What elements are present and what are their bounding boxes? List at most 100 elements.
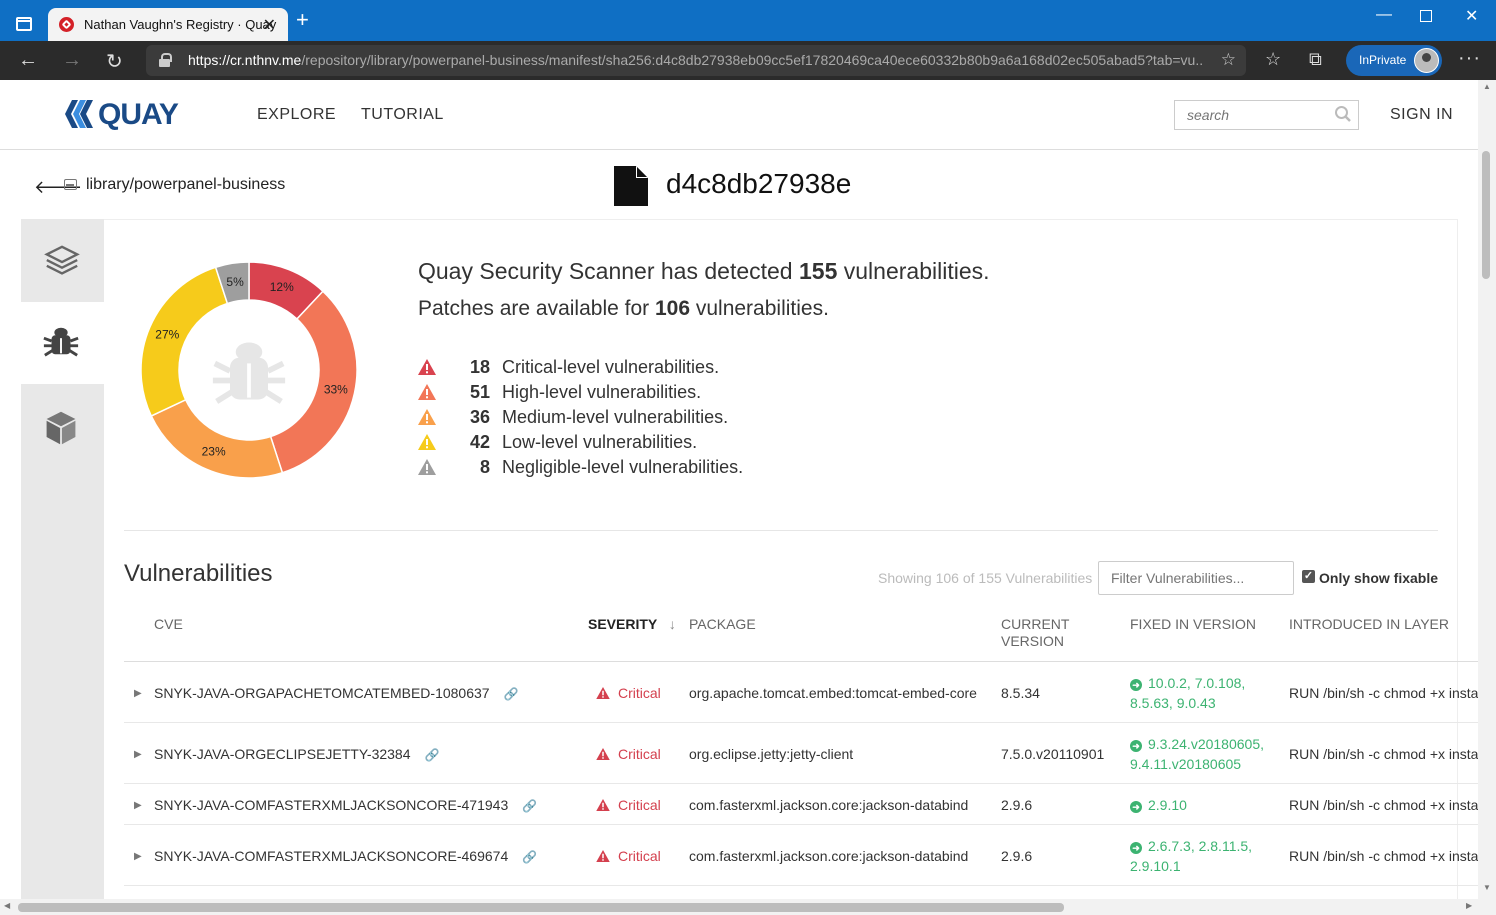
logo-text: QUAY (98, 98, 179, 131)
warning-triangle-icon (418, 359, 436, 375)
col-package[interactable]: PACKAGE (689, 616, 756, 632)
tab-security[interactable] (21, 302, 104, 384)
patches-line: Patches are available for 106 vulnerabil… (418, 297, 829, 320)
detected-line: Quay Security Scanner has detected 155 v… (418, 258, 990, 284)
search-input[interactable] (1175, 101, 1325, 129)
manifest-sidebar (21, 219, 104, 899)
scroll-up-icon[interactable]: ▲ (1483, 82, 1491, 91)
critical-triangle-icon (596, 798, 610, 811)
current-version: 8.5.34 (1001, 684, 1040, 701)
expand-caret-icon[interactable]: ▶ (134, 851, 142, 862)
tab-layers[interactable] (21, 219, 104, 301)
external-link-icon[interactable]: 🔗 (425, 748, 440, 762)
cve-id: SNYK-JAVA-COMFASTERXMLJACKSONCORE-469674… (154, 847, 538, 864)
fixed-in-version: ➜ 2.6.7.3, 2.8.11.5, 2.9.10.1 (1130, 837, 1253, 874)
horizontal-scrollbar[interactable]: ◀ ▶ (0, 899, 1496, 915)
fix-available-icon: ➜ (1130, 841, 1142, 854)
tab-title: Nathan Vaughn's Registry · Quay (84, 17, 277, 32)
site-header: QUAY EXPLORE TUTORIAL SIGN IN (0, 80, 1478, 150)
minimize-icon[interactable]: — (1376, 6, 1392, 24)
url-text: https://cr.nthnv.me/repository/library/p… (188, 52, 1203, 68)
profile-avatar (1414, 48, 1439, 73)
tab-actions-icon[interactable] (16, 17, 32, 31)
expand-caret-icon[interactable]: ▶ (134, 800, 142, 811)
package-icon (46, 411, 76, 445)
severity-label: Negligible-level vulnerabilities. (502, 457, 744, 477)
severity-count: 36 (469, 407, 490, 427)
severity-donut-chart: 12% 33% 23% 27% 5% (140, 261, 358, 479)
nav-tutorial[interactable]: TUTORIAL (361, 106, 444, 124)
col-current-version[interactable]: CURRENT VERSION (1001, 616, 1069, 650)
col-severity[interactable]: SEVERITY ↓ (588, 616, 676, 632)
cve-id: SNYK-JAVA-ORGECLIPSEJETTY-32384 🔗 (154, 745, 440, 762)
external-link-icon[interactable]: 🔗 (504, 687, 519, 701)
table-row[interactable]: ▶ SNYK-JAVA-ORGECLIPSEJETTY-32384 🔗 Critica… (124, 723, 1478, 784)
package-name: org.eclipse.jetty:jetty-client (689, 745, 854, 762)
refresh-icon[interactable]: ↻ (106, 49, 123, 74)
critical-triangle-icon (596, 686, 610, 699)
severity-count: 8 (479, 457, 490, 477)
warning-triangle-icon (418, 459, 436, 475)
favorites-icon[interactable]: ☆ (1265, 49, 1281, 70)
vertical-scrollbar[interactable]: ▲ ▼ (1478, 80, 1496, 900)
donut-slice[interactable] (150, 398, 284, 479)
section-divider (124, 530, 1438, 531)
package-name: com.fasterxml.jackson.core:jackson-datab… (689, 796, 969, 813)
sort-down-icon: ↓ (668, 616, 676, 632)
back-icon[interactable]: ← (18, 49, 38, 72)
scroll-right-icon[interactable]: ▶ (1466, 901, 1472, 910)
only-fixable-checkbox[interactable]: ✓ Only show fixable (1302, 570, 1438, 586)
introduced-layer: RUN /bin/sh -c chmod +x install (1289, 745, 1478, 762)
col-cve[interactable]: CVE (154, 616, 183, 632)
window-close-icon[interactable]: ✕ (1465, 6, 1478, 26)
expand-caret-icon[interactable]: ▶ (134, 688, 142, 699)
search-icon[interactable] (1334, 105, 1352, 123)
maximize-icon[interactable] (1420, 10, 1432, 22)
severity-count: 51 (469, 382, 490, 402)
scroll-down-icon[interactable]: ▼ (1483, 883, 1491, 892)
address-bar[interactable]: https://cr.nthnv.me/repository/library/p… (146, 45, 1246, 76)
col-introduced-layer[interactable]: INTRODUCED IN LAYER (1289, 616, 1449, 632)
introduced-layer: RUN /bin/sh -c chmod +x install (1289, 684, 1478, 701)
external-link-icon[interactable]: 🔗 (522, 850, 537, 864)
table-row[interactable]: ▶ SNYK-JAVA-ORGAPACHETOMCATEMBED-1080637 🔗… (124, 662, 1478, 723)
filter-vulnerabilities-input[interactable] (1098, 561, 1294, 595)
package-name: org.apache.tomcat.embed:tomcat-embed-cor… (689, 684, 977, 701)
forward-icon[interactable]: → (62, 49, 82, 72)
browser-tab[interactable]: Nathan Vaughn's Registry · Quay ✕ (48, 8, 288, 41)
horizontal-scroll-thumb[interactable] (18, 903, 1064, 912)
table-row[interactable]: ▶ SNYK-JAVA-COMFASTERXMLJACKSONCORE-47194… (124, 784, 1478, 825)
scroll-left-icon[interactable]: ◀ (4, 901, 10, 910)
severity-cell: Critical (596, 685, 661, 701)
more-menu-icon[interactable]: ··· (1458, 47, 1481, 70)
warning-triangle-icon (418, 434, 436, 450)
inprivate-badge[interactable]: InPrivate (1346, 45, 1442, 76)
nav-explore[interactable]: EXPLORE (257, 106, 336, 124)
tab-close-icon[interactable]: ✕ (263, 15, 276, 35)
vertical-scroll-thumb[interactable] (1482, 151, 1490, 279)
vulnerabilities-title: Vulnerabilities (124, 560, 273, 587)
lock-icon (159, 53, 172, 67)
sign-in-link[interactable]: SIGN IN (1390, 106, 1453, 124)
external-link-icon[interactable]: 🔗 (522, 799, 537, 813)
repository-link[interactable]: library/powerpanel-business (86, 176, 285, 194)
only-fixable-label: Only show fixable (1319, 570, 1439, 586)
expand-caret-icon[interactable]: ▶ (134, 749, 142, 760)
donut-slice[interactable] (140, 266, 229, 417)
browser-titlebar: Nathan Vaughn's Registry · Quay ✕ + — ✕ (0, 0, 1496, 41)
favorite-add-icon[interactable]: ☆ (1221, 50, 1236, 70)
col-fixed-in[interactable]: FIXED IN VERSION (1130, 616, 1256, 632)
table-row[interactable]: ▶ SNYK-JAVA-COMFASTERXMLJACKSONCORE-46967… (124, 825, 1478, 886)
package-name: com.fasterxml.jackson.core:jackson-datab… (689, 847, 969, 864)
severity-label: Medium-level vulnerabilities. (502, 407, 729, 427)
cve-id: SNYK-JAVA-COMFASTERXMLJACKSONCORE-471943… (154, 796, 538, 813)
collections-icon[interactable]: ⧉ (1309, 49, 1322, 70)
new-tab-icon[interactable]: + (296, 9, 309, 31)
current-version: 7.5.0.v20110901 (1001, 745, 1105, 762)
donut-slice-label: 27% (155, 328, 179, 342)
tab-packages[interactable] (21, 385, 104, 467)
donut-slice-label: 33% (324, 382, 348, 396)
checkbox-checked-icon[interactable]: ✓ (1302, 570, 1315, 583)
fixed-in-version: ➜ 2.9.10 (1130, 795, 1187, 815)
donut-slice-label: 12% (270, 280, 294, 294)
